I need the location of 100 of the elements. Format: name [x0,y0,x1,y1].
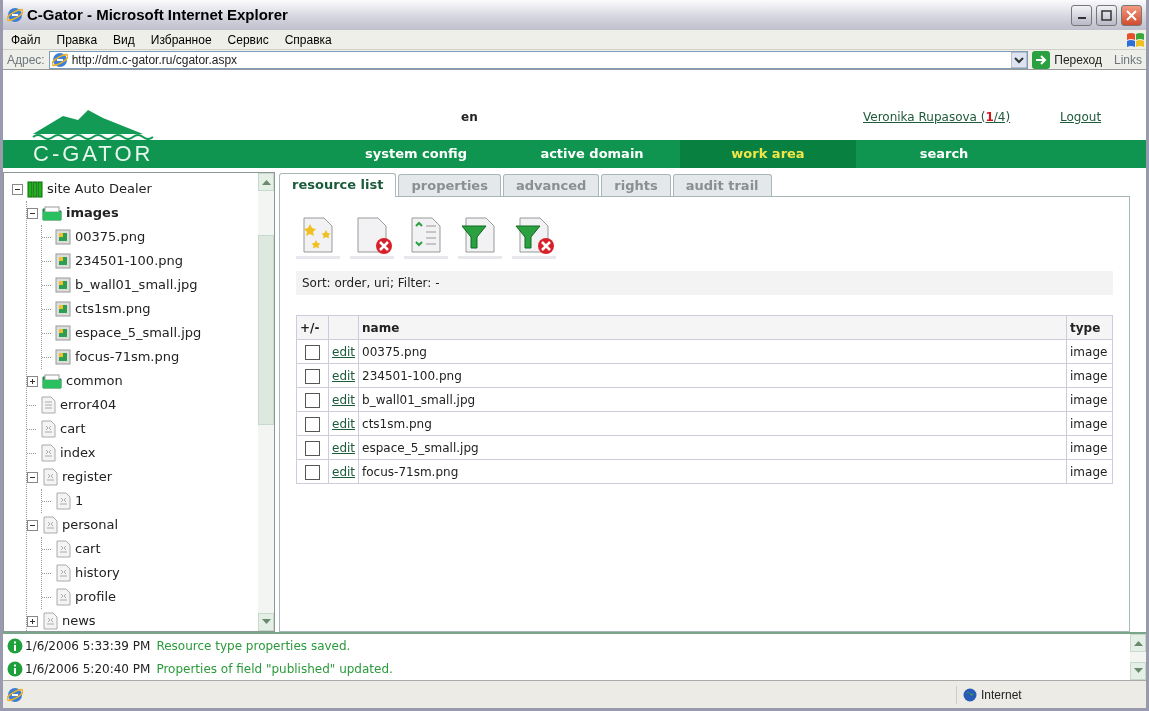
go-button[interactable]: Переход [1054,50,1110,69]
table-cell: cts1sm.png [358,411,1067,436]
scroll-down-icon[interactable] [1133,668,1143,674]
document-icon [55,588,71,606]
table-cell: b_wall01_small.jpg [358,387,1067,412]
checkbox[interactable] [305,416,320,432]
table-cell: image [1066,459,1113,484]
close-icon [1124,7,1139,23]
tree-item[interactable]: b_wall01_small.jpg [75,275,198,295]
log-message: Properties of field "published" updated. [156,660,393,678]
nav-tab[interactable]: work area [680,140,856,168]
collapse-icon[interactable] [12,183,23,195]
checkbox[interactable] [305,392,320,408]
document-icon [55,564,71,582]
tree-item[interactable]: cart [75,539,101,559]
close-button[interactable] [1121,4,1142,26]
expand-icon[interactable] [27,615,38,627]
image-file-icon [55,325,71,341]
logo-text: C-GATOR [32,140,155,168]
menu-item[interactable]: Сервис [219,30,277,49]
tree-item[interactable]: profile [75,587,117,607]
checkbox[interactable] [305,368,320,384]
info-icon [7,637,23,654]
zone-label: Internet [981,686,1022,704]
tree-item[interactable]: cts1sm.png [75,299,151,319]
folder-icon [42,373,62,389]
nav-tab[interactable]: active domain [504,140,680,168]
tree-item[interactable]: error404 [60,395,117,415]
log-time: 1/6/2006 5:20:40 PM [25,660,151,678]
tree-item[interactable]: personal [62,515,119,535]
minimize-button[interactable] [1071,4,1092,26]
collapse-icon[interactable] [27,471,38,483]
tree-item[interactable]: common [66,371,123,391]
menu-item[interactable]: Файл [3,30,49,49]
table-cell: 234501-100.png [358,363,1067,388]
user-link[interactable]: Veronika Rupasova (1/4) [863,108,1011,126]
table-cell: espace_5_small.jpg [358,435,1067,460]
checkbox[interactable] [305,344,320,360]
address-label: Адрес: [7,51,45,69]
tree-item[interactable]: 234501-100.png [75,251,183,271]
nav-tab[interactable]: search [856,140,1032,168]
log-time: 1/6/2006 5:33:39 PM [25,637,151,655]
tree-item[interactable]: site Auto Dealer [47,179,152,199]
menu-item[interactable]: Справка [276,30,340,49]
globe-icon [963,687,977,702]
nav-tab[interactable]: system config [328,140,504,168]
table-cell: image [1066,387,1113,412]
tree-item[interactable]: espace_5_small.jpg [75,323,202,343]
info-icon [7,660,23,677]
table-cell: image [1066,435,1113,460]
address-field[interactable]: http://dm.c-gator.ru/cgator.aspx [48,50,1029,69]
document-icon [40,444,56,462]
document-icon [55,492,71,510]
dropdown-arrow-icon[interactable] [1011,51,1028,68]
tree-item[interactable]: images [66,203,119,223]
tree-item[interactable]: news [62,611,96,631]
window-title: C-Gator - Microsoft Internet Explorer [27,4,289,25]
tree-item[interactable]: cart [60,419,86,439]
sort-filter-text: Sort: order, uri; Filter: - [296,271,1113,295]
log-message: Resource type properties saved. [156,637,351,655]
checkbox[interactable] [305,440,320,456]
tree-item[interactable]: history [75,563,120,583]
collapse-icon[interactable] [27,207,38,219]
expand-icon[interactable] [27,375,38,387]
document-icon [42,468,58,486]
menu-item[interactable]: Правка [48,30,106,49]
image-file-icon [55,253,71,269]
document-icon [40,396,56,414]
tree-item[interactable]: register [62,467,113,487]
table-cell: focus-71sm.png [358,459,1067,484]
table-cell: image [1066,339,1113,364]
column-header: type [1066,315,1113,340]
menu-item[interactable]: Избранное [142,30,220,49]
table-cell: image [1066,411,1113,436]
logout-link[interactable]: Logout [1060,108,1102,126]
scrollbar[interactable] [1130,634,1146,680]
image-file-icon [55,349,71,365]
tree-item[interactable]: 1 [75,491,84,511]
document-icon [40,420,56,438]
folder-icon [42,205,62,221]
checkbox[interactable] [305,464,320,480]
maximize-icon [1099,7,1114,23]
column-header: name [358,315,1067,340]
page-icon [51,51,68,68]
image-file-icon [55,301,71,317]
scroll-down-icon[interactable] [261,619,271,625]
links-button[interactable]: Links [1114,50,1146,69]
tree-item[interactable]: index [60,443,96,463]
collapse-icon[interactable] [27,519,38,531]
page-icon [7,686,23,703]
minimize-icon [1077,17,1086,19]
scroll-up-icon[interactable] [261,179,271,185]
maximize-button[interactable] [1096,4,1117,26]
books-icon [27,180,43,198]
menu-item[interactable]: Вид [105,30,143,49]
tree-item[interactable]: focus-71sm.png [75,347,180,367]
scroll-up-icon[interactable] [1133,640,1143,646]
tab[interactable]: resource list [279,173,397,197]
scrollbar[interactable] [258,173,274,631]
tree-item[interactable]: 00375.png [75,227,146,247]
